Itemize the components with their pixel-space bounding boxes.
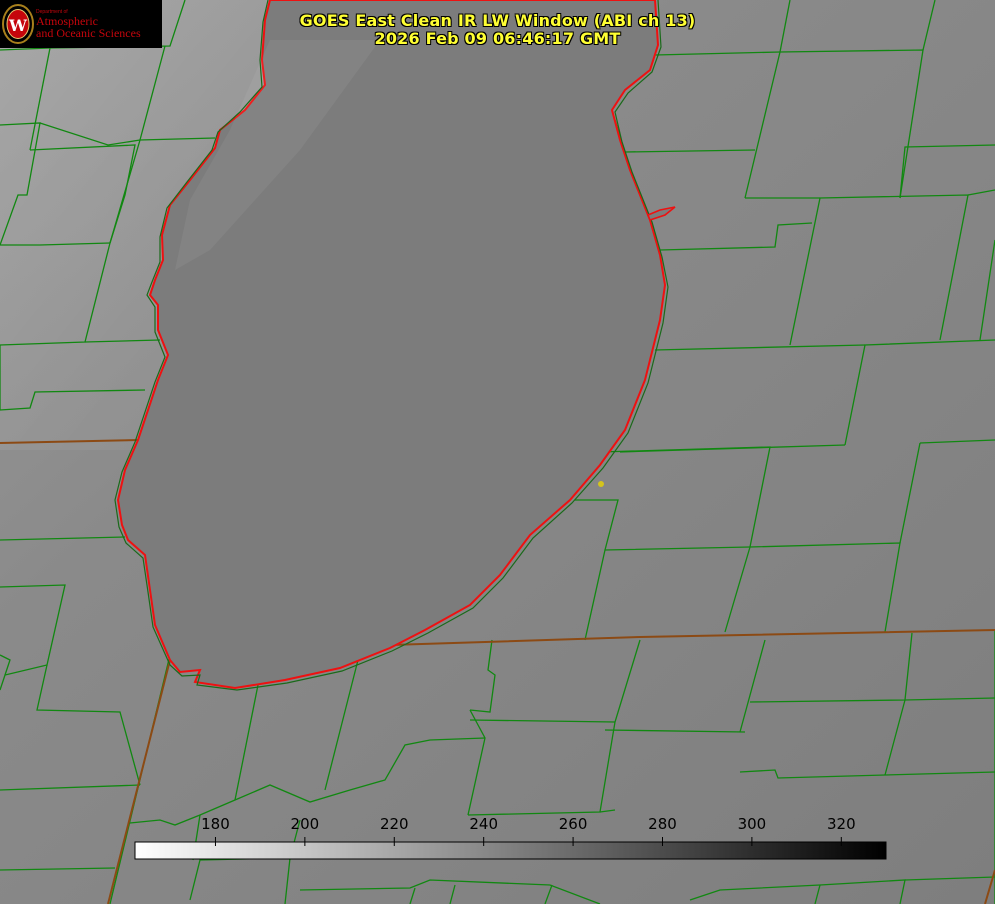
colorbar-tick-label: 320: [826, 815, 856, 833]
colorbar-tick-label: 240: [469, 815, 498, 833]
colorbar-tick-label: 200: [290, 815, 320, 833]
image-timestamp: 2026 Feb 09 06:46:17 GMT: [374, 29, 621, 48]
colorbar-tick-label: 180: [201, 815, 230, 833]
station-marker: [598, 481, 604, 487]
image-title: GOES East Clean IR LW Window (ABI ch 13): [299, 11, 696, 30]
satellite-map: [0, 0, 995, 904]
colorbar-tick-label: 280: [648, 815, 677, 833]
colorbar-tick-label: 300: [737, 815, 767, 833]
colorbar: [134, 841, 887, 860]
colorbar-tick-label: 220: [379, 815, 409, 833]
colorbar-tick-label: 260: [558, 815, 588, 833]
